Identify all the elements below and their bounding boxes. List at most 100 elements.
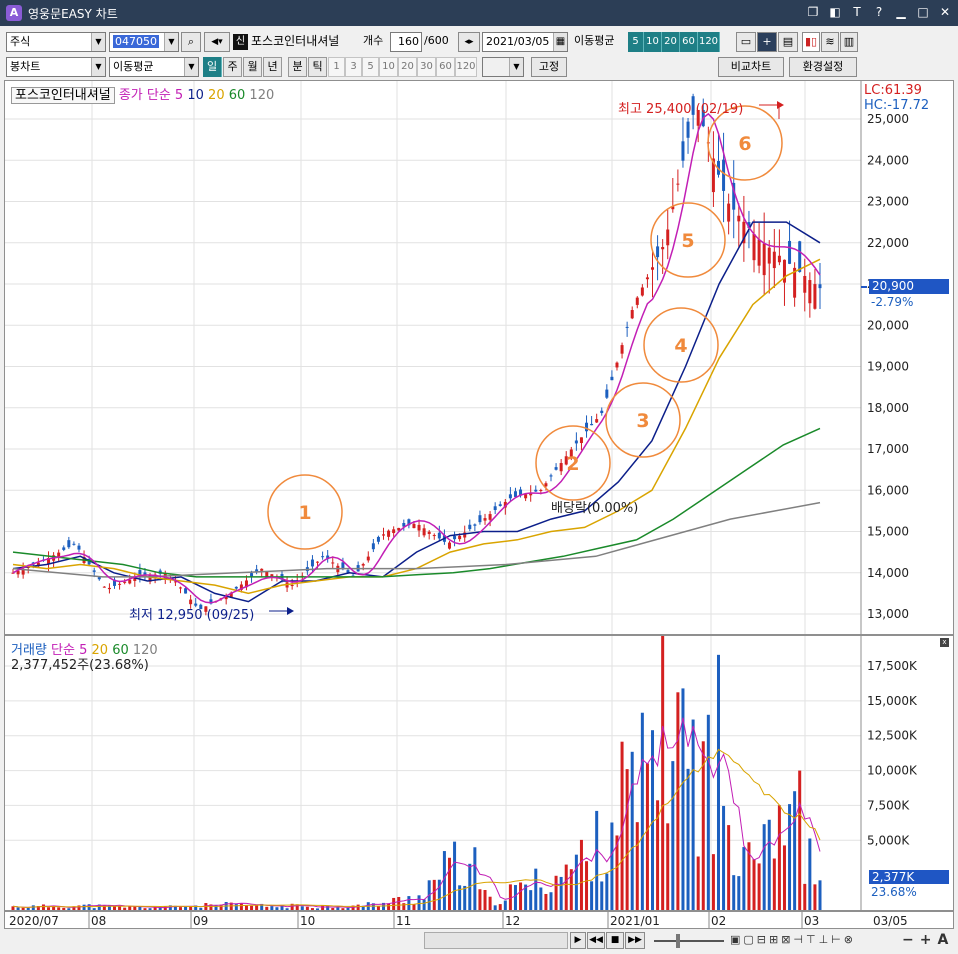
legend-ma5[interactable]: 종가 단순 5	[119, 88, 183, 103]
legend-ma120[interactable]: 120	[249, 88, 274, 103]
horizontal-scrollbar[interactable]	[424, 932, 568, 949]
y-tick-label: 14,000	[867, 566, 909, 580]
y-tick-label: 23,000	[867, 195, 909, 209]
tick-select[interactable]: ▼	[482, 57, 524, 77]
pin-icon[interactable]: ◧	[828, 4, 842, 20]
volume-bar	[727, 825, 731, 910]
y-tick-label: 17,000	[867, 442, 909, 456]
volume-tick-label: 12,500K	[867, 729, 918, 743]
table-icon: ▤	[782, 35, 794, 48]
minute-5-button[interactable]: 5	[362, 57, 379, 77]
minute-60-button[interactable]: 60	[436, 57, 455, 77]
period-3-button[interactable]: 년	[263, 57, 282, 77]
volume-bar	[82, 904, 86, 910]
move-button[interactable]: ◂▸	[458, 32, 480, 52]
lc-value: LC:61.39	[864, 83, 922, 98]
period-0-button[interactable]: 일	[203, 57, 222, 77]
minute-30-button[interactable]: 30	[417, 57, 436, 77]
restore-window-icon[interactable]: ❐	[806, 4, 820, 20]
bar-type-button[interactable]: ▥	[840, 32, 858, 52]
text-tool-icon[interactable]: T	[850, 4, 864, 20]
rewind-button[interactable]: ◀◀	[587, 932, 605, 949]
scroll-right-button[interactable]: ▶	[570, 932, 586, 949]
maximize-icon[interactable]: □	[916, 4, 930, 20]
price-chart-svg[interactable]: 25,00024,00023,00022,00021,00020,00019,0…	[5, 81, 953, 634]
volume-bar	[706, 714, 710, 910]
volume-bar	[635, 822, 639, 910]
volume-tick-label: 5,000K	[867, 833, 910, 847]
period-1-button[interactable]: 주	[223, 57, 242, 77]
minimize-icon[interactable]: ▁	[894, 4, 908, 20]
volume-bar	[645, 763, 649, 910]
comment-button[interactable]: ▭	[736, 32, 756, 52]
candle-type-button[interactable]: ▮▯	[802, 32, 820, 52]
x-tick-label: 09	[193, 914, 208, 928]
minute-120-button[interactable]: 120	[455, 57, 477, 77]
volume-chart-panel[interactable]: 17,500K 15,000K 12,500K 10,000K 7,500K 5,000K…	[4, 635, 954, 911]
candle-body	[123, 581, 127, 583]
compare-chart-button[interactable]: 비교차트	[718, 57, 784, 77]
chevron-down-icon[interactable]: ▼	[91, 33, 105, 51]
chevron-down-icon[interactable]: ▼	[509, 58, 523, 76]
help-icon[interactable]: ?	[872, 4, 886, 20]
volume-bar	[67, 908, 71, 910]
volume-bar	[813, 884, 817, 910]
period-4-button[interactable]: 분	[288, 57, 307, 77]
zoom-controls[interactable]: −+A	[902, 932, 954, 948]
volume-chart-svg[interactable]: 17,500K 15,000K 12,500K 10,000K 7,500K 5,000K	[5, 636, 953, 910]
date-input[interactable]: 2021/03/05 ▦	[482, 32, 568, 52]
chevron-down-icon[interactable]: ▼	[184, 58, 198, 76]
volume-bar	[503, 900, 507, 910]
period-5-button[interactable]: 틱	[308, 57, 327, 77]
chevron-down-icon[interactable]: ▼	[164, 33, 178, 51]
ma-period-60-button[interactable]: 60	[680, 32, 698, 52]
minute-10-button[interactable]: 10	[379, 57, 398, 77]
x-tick-label: 10	[300, 914, 315, 928]
candle-body	[737, 215, 741, 222]
search-button[interactable]: ⌕	[181, 32, 201, 52]
sound-button[interactable]: ◀▾	[204, 32, 230, 52]
stock-code-input[interactable]: 047050 ▼	[109, 32, 179, 52]
price-chart-panel[interactable]: 25,00024,00023,00022,00021,00020,00019,0…	[4, 80, 954, 635]
volume-bar	[488, 896, 492, 910]
ma-period-10-button[interactable]: 10	[644, 32, 662, 52]
minute-3-button[interactable]: 3	[345, 57, 362, 77]
chevron-down-icon[interactable]: ▼	[91, 58, 105, 76]
period-2-button[interactable]: 월	[243, 57, 262, 77]
candle-body	[554, 467, 558, 470]
minute-20-button[interactable]: 20	[398, 57, 417, 77]
volume-bar	[178, 907, 182, 910]
candle-body	[590, 423, 594, 426]
count-input[interactable]: 160	[390, 32, 422, 52]
calendar-icon[interactable]: ▦	[553, 33, 567, 51]
zoom-slider-handle[interactable]	[676, 934, 680, 948]
candle-body	[178, 587, 182, 589]
crosshair-button[interactable]: +	[757, 32, 777, 52]
ma-period-120-button[interactable]: 120	[698, 32, 720, 52]
table-button[interactable]: ▤	[778, 32, 798, 52]
close-panel-icon[interactable]: x	[940, 638, 949, 647]
ma-period-20-button[interactable]: 20	[662, 32, 680, 52]
minute-1-button[interactable]: 1	[328, 57, 345, 77]
legend-stock-name[interactable]: 포스코인터내셔널	[11, 87, 115, 104]
forward-button[interactable]: ▶▶	[625, 932, 645, 949]
indicator-select[interactable]: 이동평균 ▼	[109, 57, 199, 77]
zoom-slider[interactable]	[654, 940, 724, 942]
market-type-select[interactable]: 주식 ▼	[6, 32, 106, 52]
legend-ma20[interactable]: 20	[208, 88, 225, 103]
volume-bar	[275, 907, 279, 910]
drawing-tools[interactable]: ▣▢⊟⊞⊠⊣⊤⊥⊢⊗	[730, 933, 856, 946]
settings-button[interactable]: 환경설정	[789, 57, 857, 77]
chart-type-select[interactable]: 봉차트 ▼	[6, 57, 106, 77]
candle-body	[681, 141, 685, 161]
legend-ma60[interactable]: 60	[229, 88, 246, 103]
legend-ma10[interactable]: 10	[187, 88, 204, 103]
wave-button[interactable]: ≋	[821, 32, 839, 52]
candle-body	[447, 542, 451, 549]
close-icon[interactable]: ✕	[938, 4, 952, 20]
fixed-button[interactable]: 고정	[531, 57, 567, 77]
stop-button[interactable]: ■	[606, 932, 624, 949]
volume-bar	[559, 876, 563, 910]
ma-period-5-button[interactable]: 5	[628, 32, 644, 52]
volume-bar	[123, 907, 127, 910]
